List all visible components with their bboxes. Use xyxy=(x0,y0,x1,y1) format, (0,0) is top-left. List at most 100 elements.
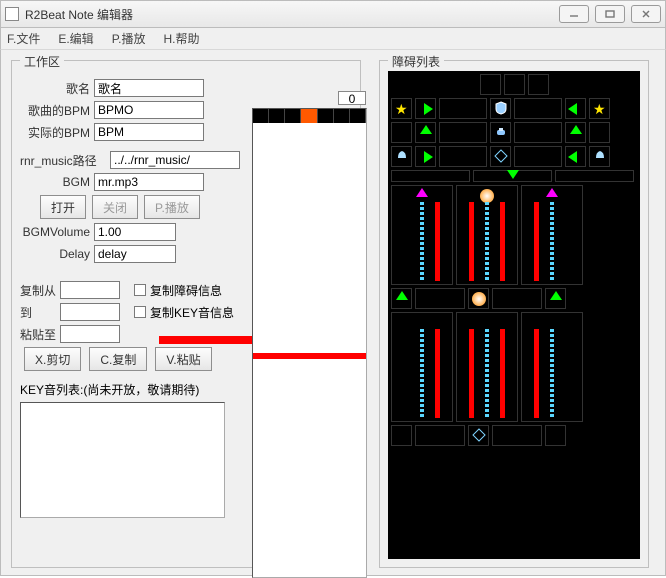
obst-car[interactable] xyxy=(490,122,511,143)
copyto-input[interactable] xyxy=(60,303,120,321)
menu-edit[interactable]: E.编辑 xyxy=(58,30,93,47)
minimize-button[interactable] xyxy=(559,5,589,23)
open-button[interactable]: 打开 xyxy=(40,195,86,219)
orb-icon xyxy=(472,292,486,306)
obst-tile[interactable] xyxy=(439,146,487,167)
obst-arrow-right[interactable] xyxy=(415,146,436,167)
bgmvol-label: BGMVolume xyxy=(20,225,94,239)
obst-bell[interactable] xyxy=(391,146,412,167)
obst-lane[interactable] xyxy=(391,185,453,285)
timeline-header xyxy=(253,109,366,123)
app-icon xyxy=(5,7,19,21)
obst-tile[interactable] xyxy=(391,425,412,446)
obst-tile[interactable] xyxy=(415,288,465,309)
obst-arrow-left[interactable] xyxy=(565,146,586,167)
diamond-icon xyxy=(472,428,486,442)
keylist-label: KEY音列表:(尚未开放，敬请期待) xyxy=(20,381,199,398)
obst-tile[interactable] xyxy=(528,74,549,95)
obstacle-legend: 障碍列表 xyxy=(388,53,444,70)
obst-diamond[interactable] xyxy=(490,146,511,167)
timeline-cursor xyxy=(253,353,366,359)
obst-down[interactable] xyxy=(473,170,552,182)
obst-arrow-left[interactable] xyxy=(565,98,586,119)
copy-obst-checkbox[interactable] xyxy=(134,284,146,296)
close-button-bgm[interactable]: 关闭 xyxy=(92,195,138,219)
realbpm-input[interactable] xyxy=(94,123,204,141)
obst-tile[interactable] xyxy=(555,170,634,182)
keylist[interactable] xyxy=(20,402,225,518)
obst-arrow-left[interactable] xyxy=(415,98,436,119)
obst-lane[interactable] xyxy=(456,312,518,422)
copy-button[interactable]: C.复制 xyxy=(89,347,147,371)
obst-bell[interactable] xyxy=(589,146,610,167)
obst-arrow-up[interactable] xyxy=(391,288,412,309)
cut-button[interactable]: X.剪切 xyxy=(24,347,81,371)
menu-help[interactable]: H.帮助 xyxy=(163,30,199,47)
rnrpath-input[interactable] xyxy=(110,151,240,169)
obst-tile[interactable] xyxy=(589,122,610,143)
car-icon xyxy=(494,125,508,139)
client-area: 工作区 歌名 歌曲的BPM 实际的BPM rnr_music路径 BGM 打开 … xyxy=(0,50,666,576)
copyto-label: 到 xyxy=(20,304,60,321)
realbpm-label: 实际的BPM xyxy=(20,124,94,141)
close-button[interactable] xyxy=(631,5,661,23)
obst-lane[interactable] xyxy=(456,185,518,285)
timeline-counter[interactable]: 0 xyxy=(338,91,366,105)
menu-play[interactable]: P.播放 xyxy=(112,30,146,47)
paste-button[interactable]: V.粘贴 xyxy=(155,347,211,371)
obst-diamond[interactable] xyxy=(468,425,489,446)
bell-icon xyxy=(395,149,409,163)
copyfrom-label: 复制从 xyxy=(20,282,60,299)
obst-star[interactable]: ★ xyxy=(391,98,412,119)
obst-lane[interactable] xyxy=(391,312,453,422)
obst-tile[interactable] xyxy=(492,425,542,446)
obst-tile[interactable] xyxy=(439,98,487,119)
delay-input[interactable] xyxy=(94,245,176,263)
obst-tile[interactable] xyxy=(545,425,566,446)
bell-icon xyxy=(593,149,607,163)
obst-arrow-up[interactable] xyxy=(415,122,436,143)
obst-tile[interactable] xyxy=(415,425,465,446)
rnrpath-label: rnr_music路径 xyxy=(20,152,110,169)
menu-file[interactable]: F.文件 xyxy=(7,30,40,47)
star-icon: ★ xyxy=(593,101,606,118)
copy-key-label: 复制KEY音信息 xyxy=(150,304,234,321)
songname-input[interactable] xyxy=(94,79,204,97)
copy-key-checkbox[interactable] xyxy=(134,306,146,318)
obst-tile[interactable] xyxy=(514,122,562,143)
obst-tile[interactable] xyxy=(514,146,562,167)
obst-tile[interactable] xyxy=(504,74,525,95)
songbpm-input[interactable] xyxy=(94,101,204,119)
obst-orb[interactable] xyxy=(468,288,489,309)
songbpm-label: 歌曲的BPM xyxy=(20,102,94,119)
copy-obst-label: 复制障碍信息 xyxy=(150,282,222,299)
obst-lane[interactable] xyxy=(521,312,583,422)
obst-lane[interactable] xyxy=(521,185,583,285)
obst-star[interactable]: ★ xyxy=(589,98,610,119)
menubar: F.文件 E.编辑 P.播放 H.帮助 xyxy=(0,28,666,50)
bgm-input[interactable] xyxy=(94,173,204,191)
obst-tile[interactable] xyxy=(492,288,542,309)
timeline[interactable]: 0 xyxy=(252,108,367,578)
pasteto-input[interactable] xyxy=(60,325,120,343)
orb-icon xyxy=(480,189,494,203)
obst-tile[interactable] xyxy=(514,98,562,119)
shield-icon xyxy=(494,101,508,115)
obst-tile[interactable] xyxy=(391,170,470,182)
titlebar: R2Beat Note 编辑器 xyxy=(0,0,666,28)
copyfrom-input[interactable] xyxy=(60,281,120,299)
obst-tile[interactable] xyxy=(439,122,487,143)
timeline-red-tab xyxy=(159,336,252,344)
play-button[interactable]: P.播放 xyxy=(144,195,200,219)
workarea-legend: 工作区 xyxy=(20,53,64,70)
pasteto-label: 粘贴至 xyxy=(20,326,60,343)
delay-label: Delay xyxy=(20,247,94,261)
obst-arrow-up[interactable] xyxy=(545,288,566,309)
bgmvol-input[interactable] xyxy=(94,223,176,241)
obst-arrow-up[interactable] xyxy=(565,122,586,143)
obst-tile[interactable] xyxy=(480,74,501,95)
obst-shield[interactable] xyxy=(490,98,511,119)
maximize-button[interactable] xyxy=(595,5,625,23)
obst-tile[interactable] xyxy=(391,122,412,143)
songname-label: 歌名 xyxy=(20,80,94,97)
